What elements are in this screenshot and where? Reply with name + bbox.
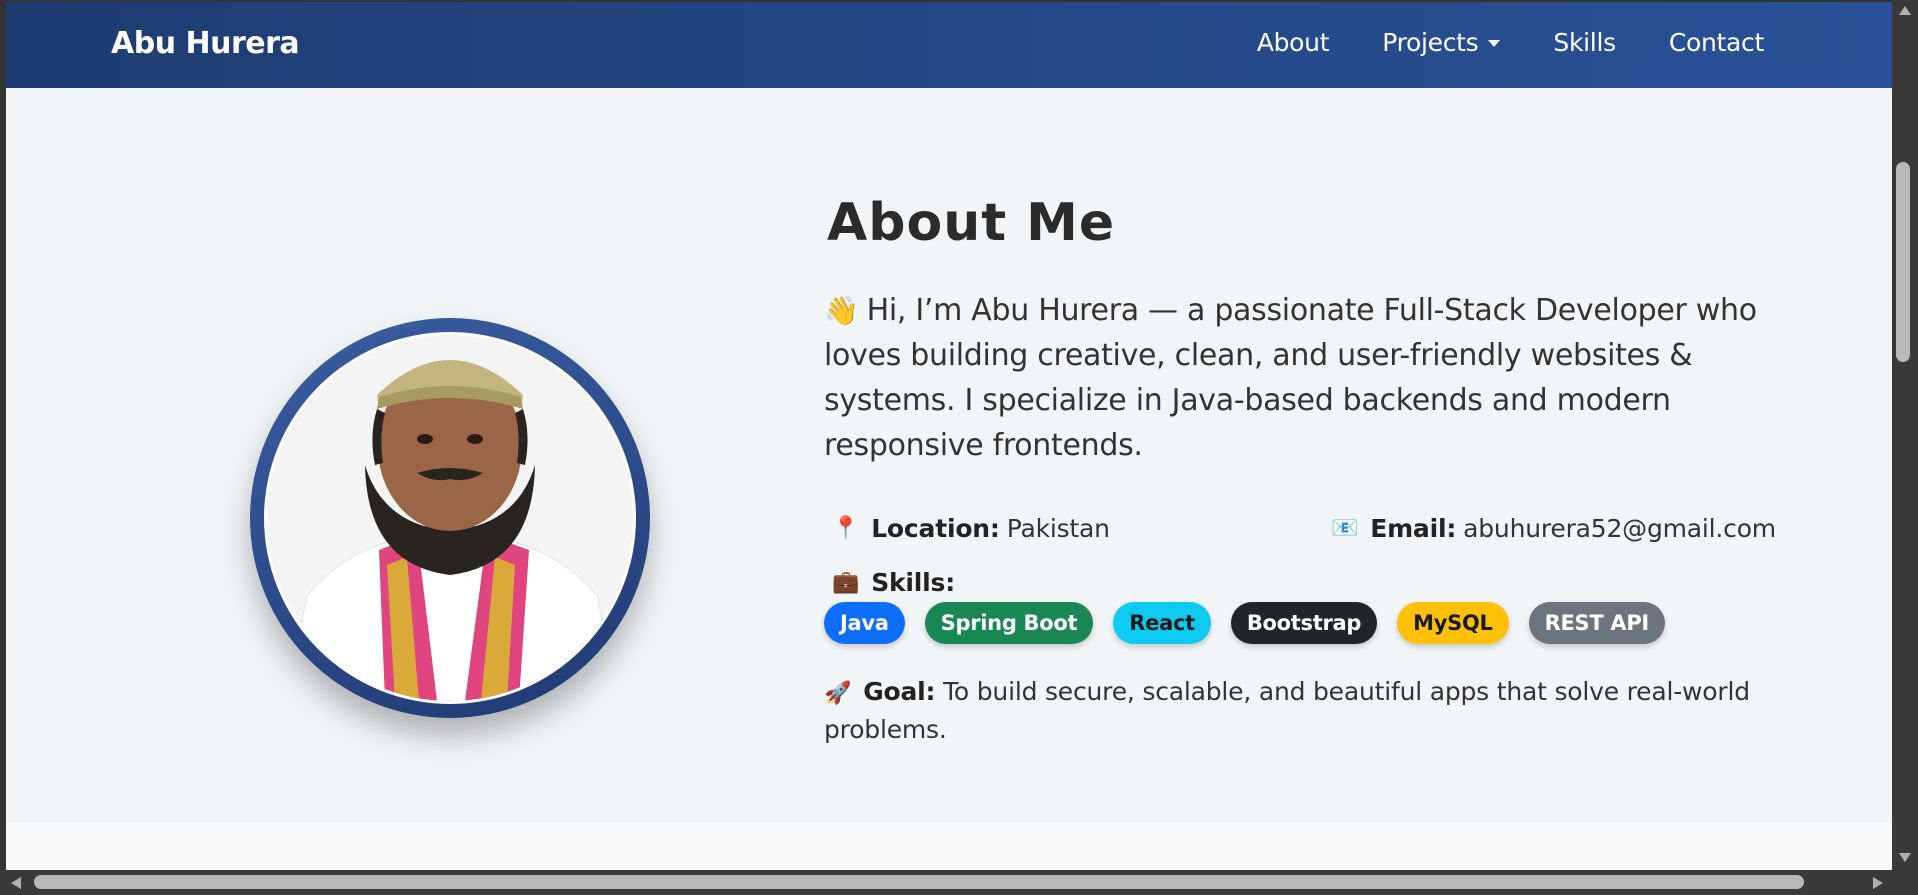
person-photo-icon: [267, 335, 633, 701]
nav-links: About Projects Skills Contact: [1204, 28, 1764, 57]
intro-text: Hi, I’m Abu Hurera — a passionate Full-S…: [824, 293, 1757, 463]
email-label: Email:: [1370, 514, 1457, 543]
skill-badge: Bootstrap: [1230, 602, 1378, 644]
avatar-frame: [264, 332, 636, 704]
location-label: Location:: [871, 514, 1000, 543]
skills-label: Skills:: [871, 568, 956, 597]
location-value: Pakistan: [1006, 514, 1110, 543]
skill-badge: MySQL: [1397, 602, 1509, 644]
scroll-down-arrow-icon[interactable]: [1898, 852, 1912, 864]
skill-badge: Java: [824, 602, 905, 644]
vertical-scrollbar-thumb[interactable]: [1896, 162, 1910, 362]
about-section: About Me 👋 Hi, I’m Abu Hurera — a passion…: [6, 88, 1892, 870]
nav-link-skills-label: Skills: [1553, 28, 1616, 57]
skill-badge: REST API: [1528, 602, 1665, 644]
nav-link-about-label: About: [1256, 28, 1330, 57]
nav-link-projects-label: Projects: [1382, 28, 1479, 57]
horizontal-scrollbar-thumb[interactable]: [34, 875, 1804, 889]
skill-badges: Java Spring Boot React Bootstrap MySQL R…: [824, 602, 1665, 644]
email-icon: 📧: [1331, 516, 1359, 541]
email-row: 📧 Email: abuhurera52@gmail.com: [1331, 514, 1776, 543]
caret-down-icon: [1488, 40, 1501, 47]
intro-paragraph: 👋 Hi, I’m Abu Hurera — a passionate Full-…: [824, 288, 1784, 468]
goal-paragraph: 🚀 Goal: To build secure, scalable, and be…: [824, 674, 1784, 748]
navbar: Abu Hurera About Projects Skills Contact: [6, 2, 1892, 88]
scroll-left-arrow-icon[interactable]: [10, 876, 22, 890]
next-section: [6, 822, 1892, 870]
brand-logo[interactable]: Abu Hurera: [111, 26, 300, 61]
goal-text: To build secure, scalable, and beautiful…: [824, 677, 1750, 744]
skills-label-row: 💼 Skills:: [832, 568, 962, 597]
page-title: About Me: [827, 192, 1116, 253]
nav-link-about[interactable]: About: [1256, 28, 1330, 57]
nav-link-contact[interactable]: Contact: [1669, 28, 1764, 57]
location-row: 📍 Location: Pakistan: [832, 514, 1110, 543]
goal-label: Goal:: [863, 677, 936, 706]
avatar-ring: [250, 318, 650, 718]
nav-link-projects-dropdown[interactable]: Projects: [1382, 28, 1501, 57]
browser-frame: Abu Hurera About Projects Skills Contact: [0, 0, 1918, 895]
skill-badge: Spring Boot: [924, 602, 1094, 644]
rocket-icon: 🚀: [824, 681, 852, 706]
scroll-up-arrow-icon[interactable]: [1898, 4, 1912, 16]
page-viewport: Abu Hurera About Projects Skills Contact: [6, 2, 1892, 870]
nav-link-skills[interactable]: Skills: [1553, 28, 1616, 57]
skill-badge: React: [1113, 602, 1211, 644]
briefcase-icon: 💼: [832, 570, 860, 595]
vertical-scrollbar[interactable]: [1892, 0, 1918, 895]
location-pin-icon: 📍: [832, 516, 860, 541]
waving-hand-icon: 👋: [824, 294, 859, 327]
avatar: [267, 335, 633, 701]
scroll-right-arrow-icon[interactable]: [1872, 876, 1884, 890]
nav-link-contact-label: Contact: [1668, 28, 1764, 57]
email-value[interactable]: abuhurera52@gmail.com: [1463, 514, 1776, 543]
